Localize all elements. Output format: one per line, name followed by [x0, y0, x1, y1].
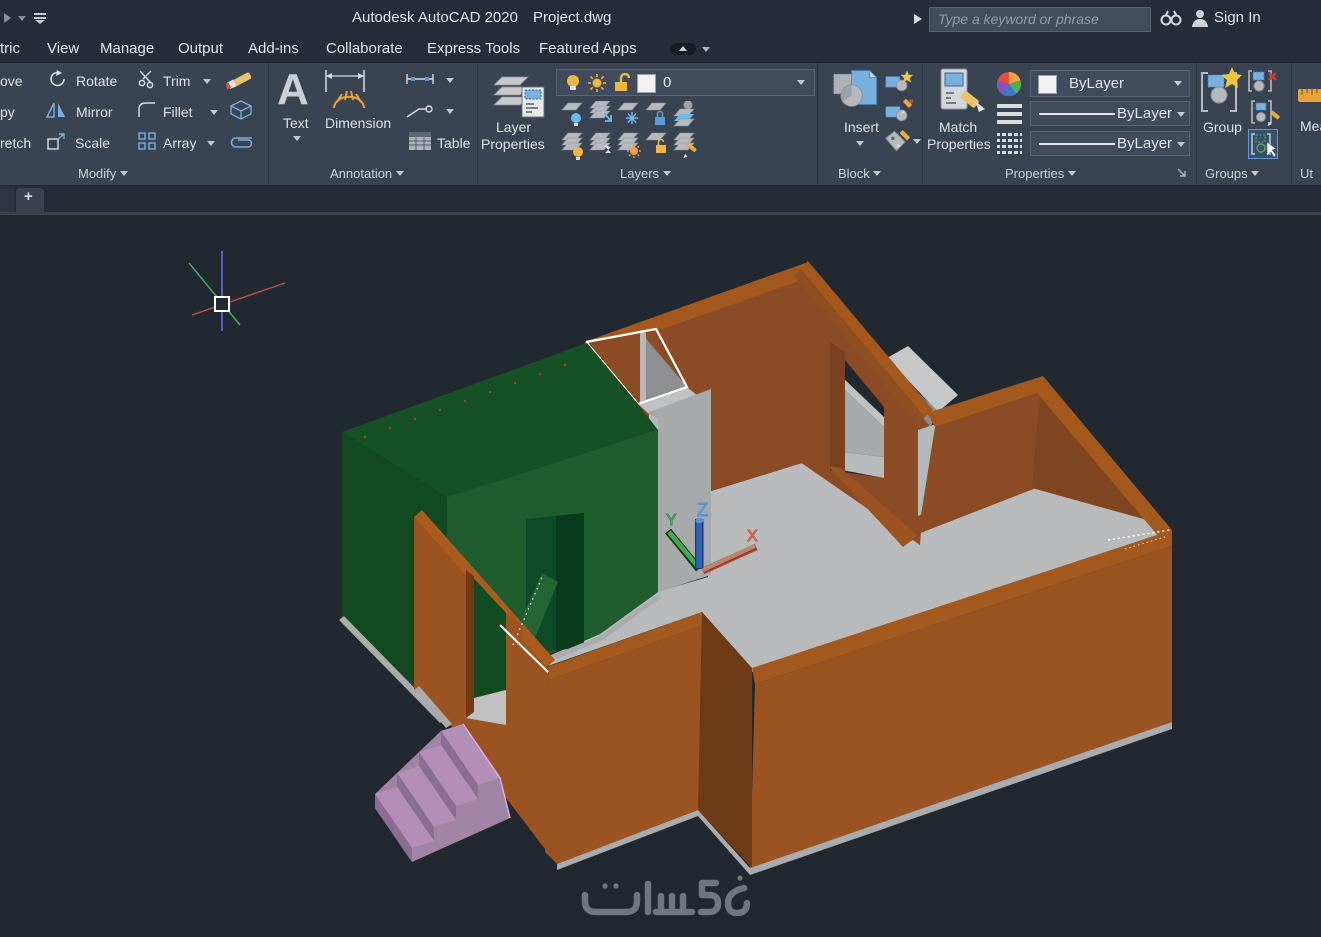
svg-text:X: X: [747, 528, 758, 545]
svg-text:Y: Y: [666, 512, 677, 529]
svg-text:Z: Z: [697, 500, 708, 520]
